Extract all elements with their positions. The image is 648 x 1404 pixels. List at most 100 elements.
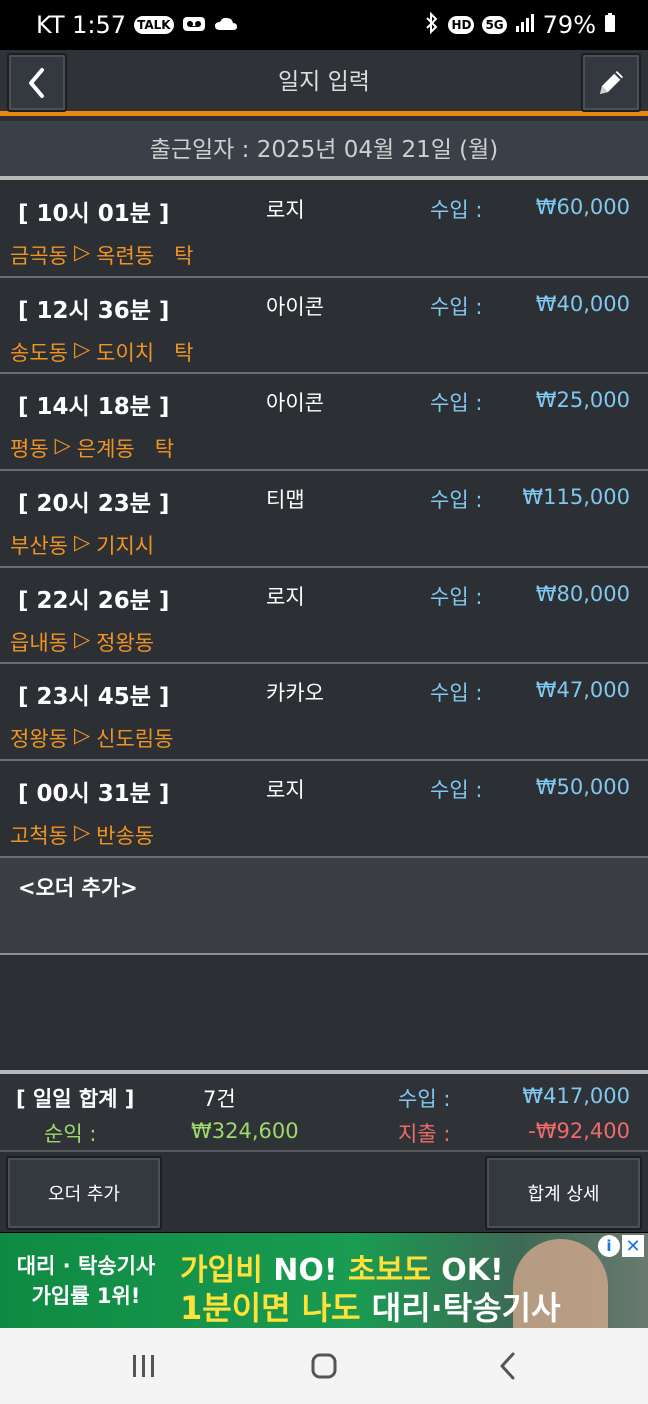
route-arrow-icon: ▷ <box>73 820 91 845</box>
system-nav-bar <box>0 1328 648 1404</box>
route-arrow-icon: ▷ <box>73 723 91 748</box>
signal-icon <box>515 13 535 37</box>
bluetooth-icon <box>424 11 440 39</box>
order-time: [ 22시 26분 ] <box>18 587 170 614</box>
recent-apps-button[interactable] <box>124 1346 164 1386</box>
voicemail-icon <box>182 13 206 37</box>
order-company: 아이콘 <box>266 294 324 319</box>
route-to: 은계동 <box>76 437 135 462</box>
order-list: [ 10시 01분 ] 로지 수입 : ₩60,000 금곡동 ▷ 옥련동 탁 … <box>0 181 648 955</box>
order-row[interactable]: [ 22시 26분 ] 로지 수입 : ₩80,000 읍내동 ▷ 정왕동 <box>0 567 648 665</box>
recent-apps-icon <box>133 1355 154 1377</box>
route-arrow-icon: ▷ <box>73 240 91 264</box>
order-route: 송도동 ▷ 도이치 탁 <box>10 337 193 367</box>
home-button[interactable] <box>304 1346 344 1386</box>
order-amount: ₩80,000 <box>535 581 630 606</box>
order-amount: ₩115,000 <box>522 485 630 510</box>
edit-button[interactable] <box>581 53 641 112</box>
route-to: 옥련동 <box>96 244 155 268</box>
order-row[interactable]: [ 14시 18분 ] 아이콘 수입 : ₩25,000 평동 ▷ 은계동 탁 <box>0 374 648 472</box>
order-amount: ₩50,000 <box>535 775 630 800</box>
order-time: [ 14시 18분 ] <box>18 394 170 421</box>
route-from: 평동 <box>10 437 49 462</box>
order-time: [ 23시 45분 ] <box>18 684 170 711</box>
route-tag: 탁 <box>174 244 194 268</box>
order-amount: ₩60,000 <box>535 195 630 219</box>
route-from: 송도동 <box>10 340 68 365</box>
network-5g-icon: 5G <box>482 16 507 34</box>
income-label: 수입 : <box>430 681 483 706</box>
status-left: KT 1:57 TALK <box>36 11 238 39</box>
page-title: 일지 입력 <box>278 69 370 95</box>
order-time: [ 12시 36분 ] <box>18 297 170 324</box>
work-date-bar: 출근일자 : 2025년 04월 21일 (월) <box>0 121 648 180</box>
ad-close-icon[interactable]: ✕ <box>622 1235 644 1257</box>
top-header: 일지 입력 <box>0 50 648 116</box>
order-time: [ 00시 31분 ] <box>18 781 170 808</box>
add-order-row[interactable]: <오더 추가> <box>0 857 648 955</box>
route-arrow-icon: ▷ <box>73 626 91 651</box>
total-detail-button[interactable]: 합계 상세 <box>485 1156 642 1230</box>
summary-title: [ 일일 합계 ] <box>16 1087 135 1111</box>
summary-net-label: 순익 : <box>44 1122 97 1146</box>
order-company: 로지 <box>266 198 305 222</box>
status-right: HD 5G 79% <box>424 11 616 39</box>
battery-percent: 79% <box>542 11 596 39</box>
income-label: 수입 : <box>430 584 483 609</box>
order-time: [ 20시 23분 ] <box>18 491 170 518</box>
summary-net-value: ₩324,600 <box>191 1119 299 1143</box>
order-amount: ₩25,000 <box>535 388 630 413</box>
route-from: 고척동 <box>10 824 68 849</box>
order-route: 정왕동 ▷ 신도림동 <box>10 723 173 753</box>
ad-left-text: 대리 · 탁송기사 가입률 1위! <box>0 1233 172 1328</box>
order-row[interactable]: [ 23시 45분 ] 카카오 수입 : ₩47,000 정왕동 ▷ 신도림동 <box>0 664 648 762</box>
route-arrow-icon: ▷ <box>73 336 91 361</box>
order-route: 평동 ▷ 은계동 탁 <box>10 433 174 463</box>
income-label: 수입 : <box>430 294 483 319</box>
ad-info-icon[interactable]: i <box>598 1235 620 1257</box>
route-to: 반송동 <box>96 824 155 849</box>
add-order-button[interactable]: 오더 추가 <box>6 1156 162 1230</box>
route-to: 정왕동 <box>96 630 155 655</box>
route-tag: 탁 <box>154 437 175 462</box>
order-company: 아이콘 <box>266 391 324 416</box>
route-to: 기지시 <box>96 534 155 559</box>
ad-left-line2: 가입률 1위! <box>31 1284 141 1308</box>
home-icon <box>311 1353 337 1379</box>
pencil-icon <box>600 70 623 94</box>
order-route: 부산동 ▷ 기지시 <box>10 530 154 560</box>
kakaotalk-icon: TALK <box>134 16 174 34</box>
cloud-icon <box>214 13 238 37</box>
summary-expense-label: 지출 : <box>398 1122 451 1146</box>
order-route: 읍내동 ▷ 정왕동 <box>10 627 154 657</box>
app-screen: 일지 입력 출근일자 : 2025년 04월 21일 (월) [ 10시 01분… <box>0 50 648 1232</box>
bottom-toolbar: 오더 추가 합계 상세 <box>0 1150 648 1232</box>
ad-headline-2b: 대리·탁송기사 <box>371 1289 561 1327</box>
order-company: 티맵 <box>266 488 305 513</box>
order-company: 로지 <box>266 584 305 609</box>
order-row[interactable]: [ 00시 31분 ] 로지 수입 : ₩50,000 고척동 ▷ 반송동 <box>0 761 648 858</box>
order-row[interactable]: [ 12시 36분 ] 아이콘 수입 : ₩40,000 송도동 ▷ 도이치 탁 <box>0 277 648 375</box>
route-to: 신도림동 <box>96 727 174 752</box>
income-label: 수입 : <box>430 198 483 222</box>
order-route: 금곡동 ▷ 옥련동 탁 <box>10 240 193 270</box>
summary-count: 7건 <box>203 1087 236 1111</box>
back-button[interactable] <box>7 53 67 112</box>
order-company: 로지 <box>266 778 305 803</box>
order-time: [ 10시 01분 ] <box>18 201 170 227</box>
order-amount: ₩47,000 <box>535 678 630 703</box>
route-from: 정왕동 <box>10 727 68 752</box>
order-row[interactable]: [ 10시 01분 ] 로지 수입 : ₩60,000 금곡동 ▷ 옥련동 탁 <box>0 181 648 278</box>
order-company: 카카오 <box>266 681 324 706</box>
ad-banner[interactable]: 대리 · 탁송기사 가입률 1위! 가입비 NO! 초보도 OK! 1분이면 나… <box>0 1233 648 1328</box>
order-row[interactable]: [ 20시 23분 ] 티맵 수입 : ₩115,000 부산동 ▷ 기지시 <box>0 471 648 568</box>
hd-voice-icon: HD <box>448 16 475 34</box>
back-arrow-icon <box>500 1352 515 1380</box>
daily-summary: [ 일일 합계 ] 7건 수입 : ₩417,000 순익 : ₩324,600… <box>0 1070 648 1150</box>
status-bar: KT 1:57 TALK HD 5G 79% <box>0 0 648 50</box>
ad-headline-2a: 1분이면 나도 <box>180 1289 372 1327</box>
system-back-button[interactable] <box>488 1346 528 1386</box>
order-amount: ₩40,000 <box>535 291 630 316</box>
summary-income-value: ₩417,000 <box>522 1084 630 1108</box>
carrier-time: KT 1:57 <box>36 11 127 39</box>
